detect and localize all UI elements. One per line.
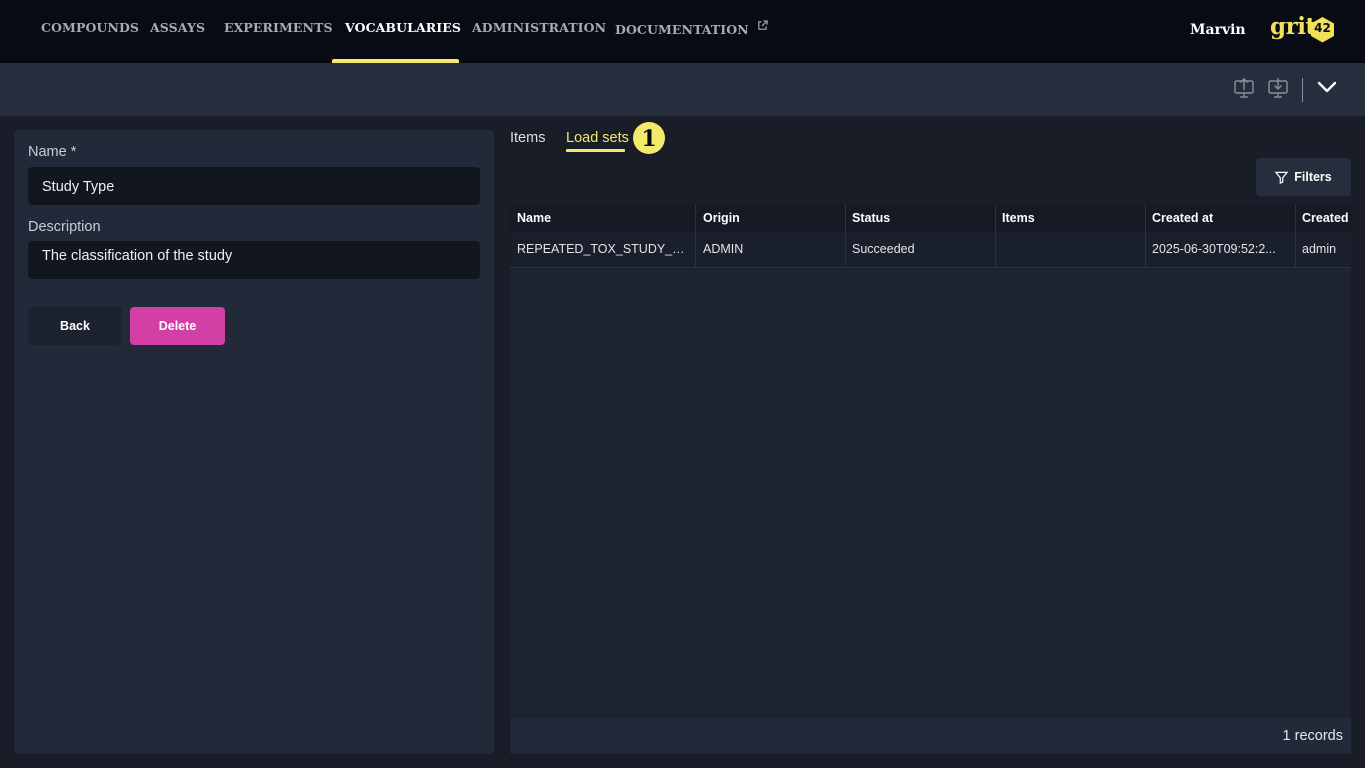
nav-item-experiments[interactable]: EXPERIMENTS — [224, 20, 333, 35]
cell-created-by: admin — [1302, 242, 1337, 256]
chevron-down-icon[interactable] — [1315, 77, 1339, 97]
table-header: Name Origin Status Items Created at Crea… — [510, 204, 1351, 233]
nav-item-vocabularies[interactable]: VOCABULARIES — [345, 20, 461, 35]
column-header-origin[interactable]: Origin — [696, 204, 846, 233]
step-number-badge: 1 — [633, 122, 665, 154]
delete-button[interactable]: Delete — [130, 307, 225, 345]
svg-text:1: 1 — [641, 126, 656, 152]
active-tab-indicator — [566, 149, 625, 152]
cell-name: REPEATED_TOX_STUDY_TYPES — [510, 233, 696, 267]
nav-item-documentation[interactable]: DOCUMENTATION — [615, 20, 768, 37]
external-link-icon — [758, 20, 768, 30]
name-label: Name * — [28, 144, 77, 160]
cell-created-at: 2025-06-30T09:52:2... — [1145, 233, 1296, 267]
tab-items[interactable]: Items — [510, 130, 545, 146]
logo-text: grit — [1270, 13, 1316, 40]
filters-button[interactable]: Filters — [1256, 158, 1351, 196]
column-header-items[interactable]: Items — [995, 204, 1146, 233]
table-row[interactable]: REPEATED_TOX_STUDY_TYPES ADMIN Succeeded… — [510, 233, 1351, 268]
column-header-created-by[interactable]: Created — [1295, 204, 1351, 233]
nav-item-documentation-label: DOCUMENTATION — [615, 22, 749, 37]
vocabulary-form-panel: Name * Study Type Description The classi… — [14, 130, 494, 754]
tab-load-sets[interactable]: Load sets — [566, 130, 629, 146]
app-logo[interactable]: grit 42 — [1270, 13, 1334, 43]
description-field[interactable]: The classification of the study — [28, 241, 480, 279]
cell-items — [995, 233, 1146, 267]
name-field[interactable]: Study Type — [28, 167, 480, 205]
back-button[interactable]: Back — [28, 307, 122, 345]
nav-item-administration[interactable]: ADMINISTRATION — [472, 20, 606, 35]
cell-origin: ADMIN — [696, 233, 846, 267]
record-count: 1 records — [1282, 728, 1343, 744]
load-sets-table: Name Origin Status Items Created at Crea… — [510, 204, 1351, 754]
download-icon[interactable] — [1267, 77, 1289, 99]
logo-number: 42 — [1314, 21, 1331, 35]
top-nav-bar: COMPOUNDS ASSAYS EXPERIMENTS VOCABULARIE… — [0, 0, 1365, 63]
user-menu[interactable]: Marvin — [1190, 22, 1246, 38]
toolbar-divider — [1302, 78, 1303, 102]
nav-item-compounds[interactable]: COMPOUNDS — [41, 20, 139, 35]
filter-icon — [1275, 171, 1289, 184]
filters-label: Filters — [1294, 170, 1332, 184]
toolbar — [0, 63, 1365, 116]
column-header-created-at[interactable]: Created at — [1145, 204, 1296, 233]
column-header-name[interactable]: Name — [510, 204, 696, 233]
table-footer: 1 records — [510, 718, 1351, 754]
description-label: Description — [28, 219, 101, 235]
nav-item-assays[interactable]: ASSAYS — [150, 20, 205, 35]
column-header-status[interactable]: Status — [845, 204, 996, 233]
upload-icon[interactable] — [1233, 77, 1255, 99]
cell-status: Succeeded — [845, 233, 996, 267]
